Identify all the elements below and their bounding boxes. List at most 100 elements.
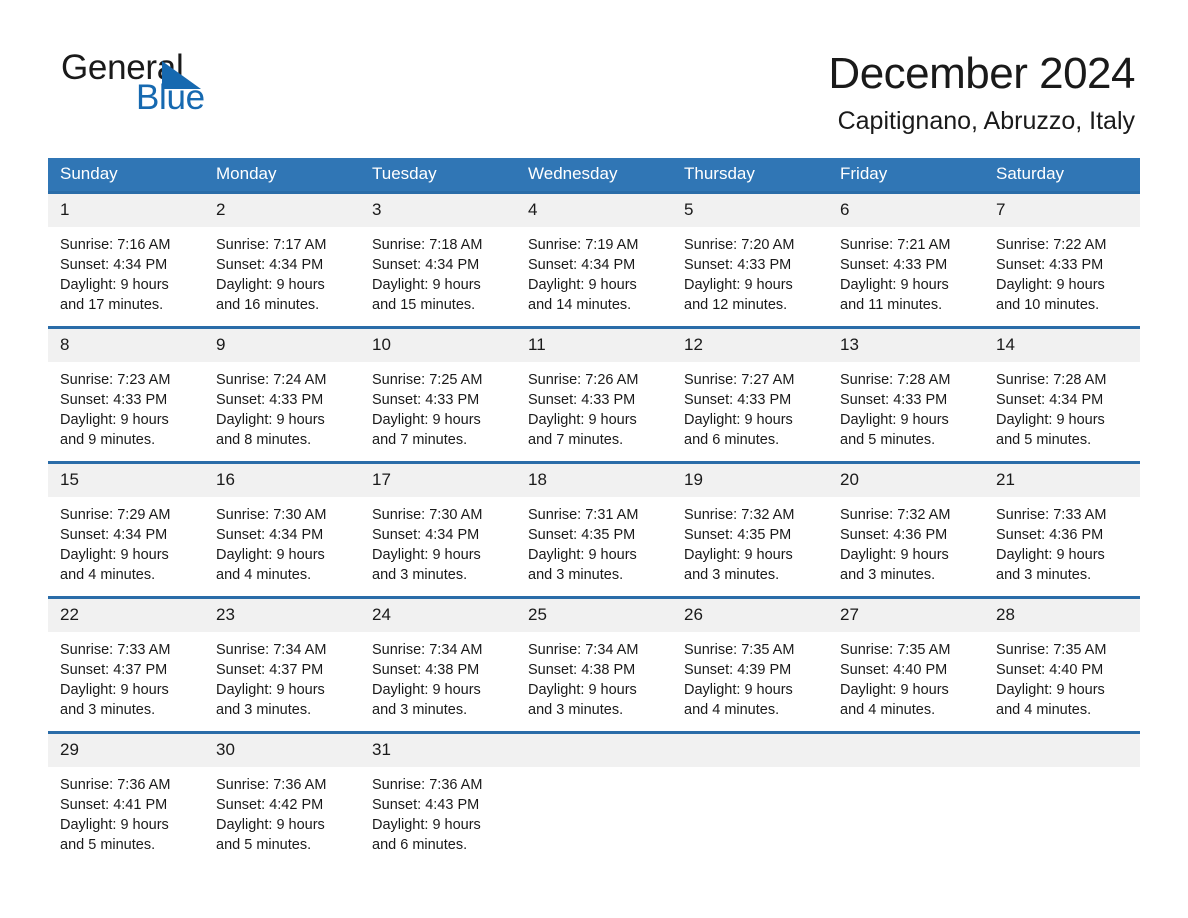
sunrise-text: Sunrise: 7:23 AM	[60, 372, 171, 388]
daylight-text-line2: and 6 minutes.	[684, 432, 780, 448]
calendar-day-cell[interactable]: 8 Sunrise: 7:23 AM Sunset: 4:33 PM Daylight…	[48, 326, 204, 463]
calendar-day-cell-empty	[516, 731, 672, 868]
calendar-day-cell[interactable]: 27 Sunrise: 7:35 AM Sunset: 4:40 PM Dayligh…	[828, 596, 984, 733]
calendar-page: General Blue December 2024 Capitignano, …	[0, 0, 1188, 918]
sunrise-text: Sunrise: 7:34 AM	[216, 642, 327, 658]
calendar-day-cell[interactable]: 20 Sunrise: 7:32 AM Sunset: 4:36 PM Dayligh…	[828, 461, 984, 598]
calendar-day-cell-empty	[672, 731, 828, 868]
sunset-text: Sunset: 4:34 PM	[528, 257, 636, 273]
daylight-text-line2: and 5 minutes.	[840, 432, 936, 448]
day-number: 14	[984, 329, 1140, 362]
calendar-day-cell[interactable]: 23 Sunrise: 7:34 AM Sunset: 4:37 PM Dayligh…	[204, 596, 360, 733]
calendar-day-cell[interactable]: 22 Sunrise: 7:33 AM Sunset: 4:37 PM Dayligh…	[48, 596, 204, 733]
sunset-text: Sunset: 4:35 PM	[684, 527, 792, 543]
calendar-day-cell[interactable]: 13 Sunrise: 7:28 AM Sunset: 4:33 PM Dayligh…	[828, 326, 984, 463]
sunset-text: Sunset: 4:34 PM	[996, 392, 1104, 408]
day-number: 7	[984, 194, 1140, 227]
day-details: Sunrise: 7:34 AM Sunset: 4:37 PM Daylight:…	[204, 632, 360, 720]
day-number: 4	[516, 194, 672, 227]
sunrise-text: Sunrise: 7:20 AM	[684, 237, 795, 253]
day-number: 5	[672, 194, 828, 227]
daylight-text-line2: and 7 minutes.	[528, 432, 624, 448]
day-details: Sunrise: 7:30 AM Sunset: 4:34 PM Daylight:…	[360, 497, 516, 585]
sunset-text: Sunset: 4:34 PM	[60, 527, 168, 543]
sunset-text: Sunset: 4:37 PM	[216, 662, 324, 678]
calendar-day-cell[interactable]: 6 Sunrise: 7:21 AM Sunset: 4:33 PM Daylight…	[828, 191, 984, 328]
day-number: 22	[48, 599, 204, 632]
daylight-text-line2: and 5 minutes.	[60, 837, 156, 853]
daylight-text-line2: and 16 minutes.	[216, 297, 320, 313]
calendar-week-row: 29 Sunrise: 7:36 AM Sunset: 4:41 PM Dayligh…	[48, 731, 1140, 868]
calendar-day-cell[interactable]: 10 Sunrise: 7:25 AM Sunset: 4:33 PM Dayligh…	[360, 326, 516, 463]
calendar-day-cell[interactable]: 4 Sunrise: 7:19 AM Sunset: 4:34 PM Daylight…	[516, 191, 672, 328]
calendar-week-row: 15 Sunrise: 7:29 AM Sunset: 4:34 PM Dayligh…	[48, 461, 1140, 598]
calendar-day-cell[interactable]: 11 Sunrise: 7:26 AM Sunset: 4:33 PM Dayligh…	[516, 326, 672, 463]
calendar-day-cell[interactable]: 9 Sunrise: 7:24 AM Sunset: 4:33 PM Daylight…	[204, 326, 360, 463]
day-number: 26	[672, 599, 828, 632]
calendar-day-cell[interactable]: 21 Sunrise: 7:33 AM Sunset: 4:36 PM Dayligh…	[984, 461, 1140, 598]
day-number: 16	[204, 464, 360, 497]
sunrise-text: Sunrise: 7:36 AM	[216, 777, 327, 793]
day-number: 27	[828, 599, 984, 632]
calendar-day-cell[interactable]: 12 Sunrise: 7:27 AM Sunset: 4:33 PM Dayligh…	[672, 326, 828, 463]
day-details: Sunrise: 7:31 AM Sunset: 4:35 PM Daylight:…	[516, 497, 672, 585]
page-subtitle: Capitignano, Abruzzo, Italy	[837, 107, 1135, 135]
calendar-day-cell[interactable]: 17 Sunrise: 7:30 AM Sunset: 4:34 PM Dayligh…	[360, 461, 516, 598]
day-number	[672, 734, 828, 767]
daylight-text-line2: and 12 minutes.	[684, 297, 788, 313]
daylight-text-line2: and 4 minutes.	[996, 702, 1092, 718]
calendar-day-cell[interactable]: 5 Sunrise: 7:20 AM Sunset: 4:33 PM Daylight…	[672, 191, 828, 328]
daylight-text-line1: Daylight: 9 hours	[684, 277, 793, 293]
calendar-day-cell[interactable]: 28 Sunrise: 7:35 AM Sunset: 4:40 PM Dayligh…	[984, 596, 1140, 733]
day-details: Sunrise: 7:33 AM Sunset: 4:36 PM Daylight:…	[984, 497, 1140, 585]
calendar-day-cell[interactable]: 31 Sunrise: 7:36 AM Sunset: 4:43 PM Dayligh…	[360, 731, 516, 868]
calendar-day-cell[interactable]: 18 Sunrise: 7:31 AM Sunset: 4:35 PM Dayligh…	[516, 461, 672, 598]
calendar-day-cell[interactable]: 2 Sunrise: 7:17 AM Sunset: 4:34 PM Daylight…	[204, 191, 360, 328]
sunset-text: Sunset: 4:41 PM	[60, 797, 168, 813]
sunset-text: Sunset: 4:33 PM	[840, 392, 948, 408]
calendar-day-cell[interactable]: 19 Sunrise: 7:32 AM Sunset: 4:35 PM Dayligh…	[672, 461, 828, 598]
sunset-text: Sunset: 4:40 PM	[840, 662, 948, 678]
sunset-text: Sunset: 4:33 PM	[372, 392, 480, 408]
daylight-text-line2: and 3 minutes.	[528, 567, 624, 583]
calendar-day-cell[interactable]: 30 Sunrise: 7:36 AM Sunset: 4:42 PM Dayligh…	[204, 731, 360, 868]
calendar-day-cell[interactable]: 7 Sunrise: 7:22 AM Sunset: 4:33 PM Daylight…	[984, 191, 1140, 328]
day-number: 10	[360, 329, 516, 362]
calendar-day-cell[interactable]: 3 Sunrise: 7:18 AM Sunset: 4:34 PM Daylight…	[360, 191, 516, 328]
daylight-text-line2: and 3 minutes.	[528, 702, 624, 718]
daylight-text-line1: Daylight: 9 hours	[840, 412, 949, 428]
calendar-day-cell[interactable]: 25 Sunrise: 7:34 AM Sunset: 4:38 PM Dayligh…	[516, 596, 672, 733]
sunset-text: Sunset: 4:34 PM	[216, 527, 324, 543]
sunrise-text: Sunrise: 7:36 AM	[60, 777, 171, 793]
daylight-text-line2: and 7 minutes.	[372, 432, 468, 448]
calendar-day-cell[interactable]: 1 Sunrise: 7:16 AM Sunset: 4:34 PM Daylight…	[48, 191, 204, 328]
general-blue-logo[interactable]: General Blue	[61, 48, 261, 120]
day-number: 18	[516, 464, 672, 497]
daylight-text-line2: and 14 minutes.	[528, 297, 632, 313]
day-number: 17	[360, 464, 516, 497]
day-details: Sunrise: 7:29 AM Sunset: 4:34 PM Daylight:…	[48, 497, 204, 585]
day-details: Sunrise: 7:35 AM Sunset: 4:40 PM Daylight:…	[828, 632, 984, 720]
calendar-day-cell-empty	[984, 731, 1140, 868]
calendar-day-cell[interactable]: 26 Sunrise: 7:35 AM Sunset: 4:39 PM Dayligh…	[672, 596, 828, 733]
sunset-text: Sunset: 4:36 PM	[840, 527, 948, 543]
calendar-day-cell[interactable]: 24 Sunrise: 7:34 AM Sunset: 4:38 PM Dayligh…	[360, 596, 516, 733]
sunset-text: Sunset: 4:33 PM	[216, 392, 324, 408]
calendar-day-cell[interactable]: 15 Sunrise: 7:29 AM Sunset: 4:34 PM Dayligh…	[48, 461, 204, 598]
sunset-text: Sunset: 4:42 PM	[216, 797, 324, 813]
day-number: 3	[360, 194, 516, 227]
calendar-day-cell[interactable]: 16 Sunrise: 7:30 AM Sunset: 4:34 PM Dayligh…	[204, 461, 360, 598]
daylight-text-line2: and 3 minutes.	[996, 567, 1092, 583]
sunset-text: Sunset: 4:36 PM	[996, 527, 1104, 543]
day-details: Sunrise: 7:26 AM Sunset: 4:33 PM Daylight:…	[516, 362, 672, 450]
sunset-text: Sunset: 4:33 PM	[840, 257, 948, 273]
day-number: 8	[48, 329, 204, 362]
sunrise-text: Sunrise: 7:31 AM	[528, 507, 639, 523]
day-number: 28	[984, 599, 1140, 632]
sunset-text: Sunset: 4:33 PM	[60, 392, 168, 408]
sunrise-text: Sunrise: 7:34 AM	[372, 642, 483, 658]
calendar-day-cell[interactable]: 14 Sunrise: 7:28 AM Sunset: 4:34 PM Dayligh…	[984, 326, 1140, 463]
day-number	[984, 734, 1140, 767]
day-number: 24	[360, 599, 516, 632]
calendar-day-cell[interactable]: 29 Sunrise: 7:36 AM Sunset: 4:41 PM Dayligh…	[48, 731, 204, 868]
